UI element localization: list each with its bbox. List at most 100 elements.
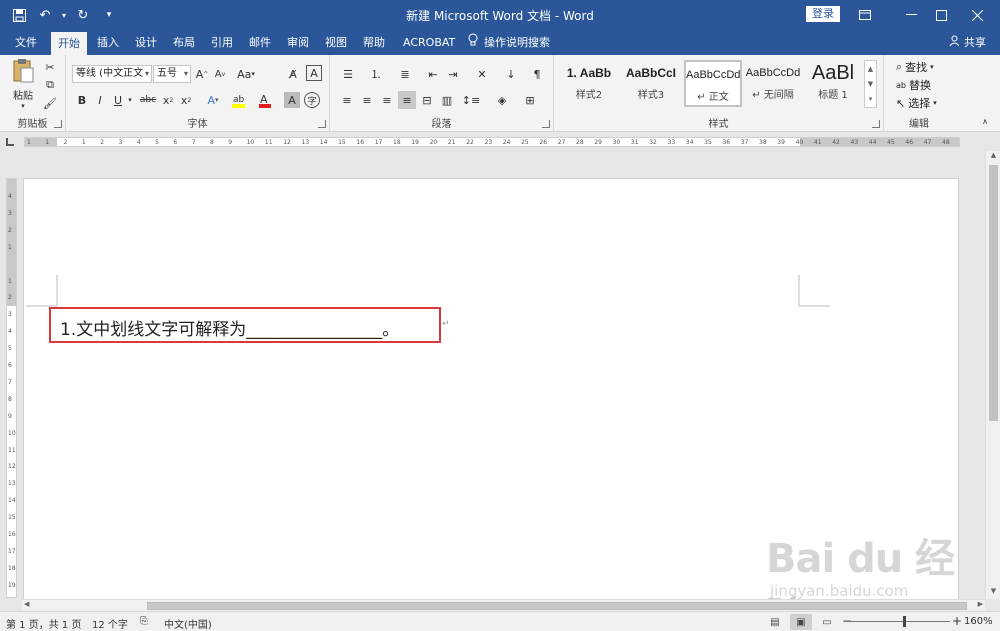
copy-icon[interactable]: ⧉	[42, 77, 58, 93]
grow-font-icon[interactable]: A ^	[194, 65, 210, 83]
highlight-color-icon[interactable]: ab	[228, 91, 252, 109]
character-shading-icon[interactable]: A	[284, 92, 300, 108]
zoom-slider[interactable]	[850, 621, 950, 622]
font-name-dropdown[interactable]: 等线 (中文正文 ▾	[72, 65, 152, 83]
read-mode-icon[interactable]: ▤	[764, 614, 786, 630]
column-icon[interactable]: ▥	[438, 91, 456, 109]
italic-icon[interactable]: I	[92, 91, 108, 109]
undo-icon[interactable]: ↶	[34, 4, 56, 26]
font-size-dropdown[interactable]: 五号 ▾	[153, 65, 191, 83]
cut-icon[interactable]: ✂	[42, 59, 58, 75]
multilevel-list-icon[interactable]: ≣	[392, 65, 418, 83]
format-painter-icon[interactable]: 🖌	[42, 95, 58, 111]
login-button[interactable]: 登录	[806, 6, 840, 22]
chinese-layout-icon[interactable]: ✕	[470, 65, 494, 83]
page-count[interactable]: 第 1 页，共 1 页	[6, 616, 81, 631]
scroll-right-icon[interactable]: ▶	[978, 600, 983, 608]
decrease-indent-icon[interactable]: ⇤	[424, 65, 442, 83]
print-layout-icon[interactable]: ▣	[790, 614, 812, 630]
bullets-icon[interactable]: ☰	[336, 65, 360, 83]
superscript-icon[interactable]: x2	[178, 91, 194, 109]
tab-home[interactable]: 开始	[51, 32, 87, 55]
select-button[interactable]: ↖ 选择 ▾	[896, 95, 937, 111]
align-center-icon[interactable]: ≡	[358, 91, 376, 109]
show-marks-icon[interactable]: ¶	[528, 65, 546, 83]
tab-design[interactable]: 设计	[128, 30, 164, 55]
clipboard-launcher-icon[interactable]	[54, 120, 62, 128]
replace-button[interactable]: ab 替换	[896, 77, 931, 93]
enclose-characters-icon[interactable]: 字	[304, 92, 320, 108]
proofing-icon[interactable]: ⎘	[140, 616, 148, 627]
customize-icon[interactable]: ▾	[98, 4, 120, 26]
shrink-font-icon[interactable]: Av	[212, 65, 228, 83]
text-effects-icon[interactable]: A ▾	[202, 91, 224, 109]
chevron-down-icon[interactable]: ▼	[868, 80, 873, 88]
tab-selector-icon[interactable]	[6, 138, 14, 146]
font-launcher-icon[interactable]	[318, 120, 326, 128]
align-right-icon[interactable]: ≡	[378, 91, 396, 109]
vertical-scrollbar[interactable]: ▲ ▼	[985, 151, 1000, 599]
scroll-up-icon[interactable]: ▲	[986, 151, 1000, 163]
chevron-up-icon[interactable]: ▲	[868, 65, 873, 73]
zoom-level[interactable]: 160%	[964, 616, 993, 627]
redo-icon[interactable]: ↻	[72, 4, 94, 26]
styles-gallery-scroll[interactable]: ▲ ▼ ▾	[864, 60, 877, 108]
zoom-slider-thumb[interactable]	[903, 616, 906, 627]
character-border-icon[interactable]: A	[306, 65, 322, 81]
clear-formatting-icon[interactable]: A̸	[284, 65, 302, 83]
horizontal-ruler[interactable]: 1 1 2 1 2 3 4 5 6 7 8 9 10 11 12 13 14 15 16 17 18 19 20 21 22 23…	[24, 137, 960, 147]
zoom-in-button[interactable]: +	[952, 614, 962, 628]
subscript-icon[interactable]: x2	[160, 91, 176, 109]
tab-mailings[interactable]: 邮件	[242, 30, 278, 55]
distributed-icon[interactable]: ⊟	[418, 91, 436, 109]
tab-view[interactable]: 视图	[318, 30, 354, 55]
save-icon[interactable]	[8, 4, 30, 26]
question-text[interactable]: 1.文中划线文字可解释为________________。	[60, 315, 399, 340]
align-left-icon[interactable]: ≡	[338, 91, 356, 109]
tell-me-search[interactable]: 操作说明搜索	[468, 30, 550, 55]
ribbon-display-options-icon[interactable]	[842, 0, 888, 30]
tab-review[interactable]: 审阅	[280, 30, 316, 55]
paste-button[interactable]: 粘贴 ▾	[8, 59, 38, 110]
style-item-style3[interactable]: AaBbCcI 样式3	[622, 60, 680, 107]
styles-launcher-icon[interactable]	[872, 120, 880, 128]
tab-file[interactable]: 文件	[8, 30, 44, 55]
line-spacing-icon[interactable]: ↕≡	[458, 91, 484, 109]
vertical-ruler[interactable]: 43211234567891011121314151617181910	[6, 178, 17, 598]
style-item-no-spacing[interactable]: AaBbCcDd ↵ 无间隔	[744, 60, 802, 107]
font-color-icon[interactable]: A	[256, 91, 278, 109]
vertical-scroll-thumb[interactable]	[989, 165, 998, 421]
word-count[interactable]: 12 个字	[92, 616, 128, 631]
style-item-heading1[interactable]: AaBl 标题 1	[804, 60, 862, 107]
numbering-icon[interactable]: ⒈	[364, 65, 388, 83]
strikethrough-icon[interactable]: abc	[138, 91, 158, 109]
tab-acrobat[interactable]: ACROBAT	[396, 30, 462, 55]
underline-icon[interactable]: U	[110, 91, 126, 109]
horizontal-scrollbar[interactable]: ◀ ▶	[22, 599, 985, 611]
collapse-ribbon-icon[interactable]: ∧	[978, 115, 992, 127]
horizontal-scroll-thumb[interactable]	[147, 602, 967, 610]
paragraph-launcher-icon[interactable]	[542, 120, 550, 128]
tab-help[interactable]: 帮助	[356, 30, 392, 55]
more-icon[interactable]: ▾	[869, 95, 873, 103]
increase-indent-icon[interactable]: ⇥	[444, 65, 462, 83]
shading-icon[interactable]: ◈	[490, 91, 514, 109]
find-button[interactable]: ⌕ 查找 ▾	[896, 59, 934, 75]
tab-insert[interactable]: 插入	[90, 30, 126, 55]
tab-references[interactable]: 引用	[204, 30, 240, 55]
scroll-left-icon[interactable]: ◀	[24, 600, 29, 608]
close-icon[interactable]	[954, 0, 1000, 30]
web-layout-icon[interactable]: ▭	[816, 614, 838, 630]
tab-layout[interactable]: 布局	[166, 30, 202, 55]
scroll-down-icon[interactable]: ▼	[986, 587, 1000, 599]
change-case-button[interactable]: Aa ▾	[234, 65, 258, 83]
borders-icon[interactable]: ⊞	[518, 91, 542, 109]
undo-dropdown-icon[interactable]: ▾	[60, 4, 68, 26]
share-button[interactable]: 共享	[949, 30, 986, 55]
sort-icon[interactable]: ↓	[502, 65, 520, 83]
style-item-normal[interactable]: AaBbCcDd ↵ 正文	[684, 60, 742, 107]
justify-icon[interactable]: ≡	[398, 91, 416, 109]
bold-icon[interactable]: B	[74, 91, 90, 109]
language-status[interactable]: 中文(中国)	[164, 616, 212, 631]
style-item-style2[interactable]: 1. AaBb 样式2	[560, 60, 618, 107]
